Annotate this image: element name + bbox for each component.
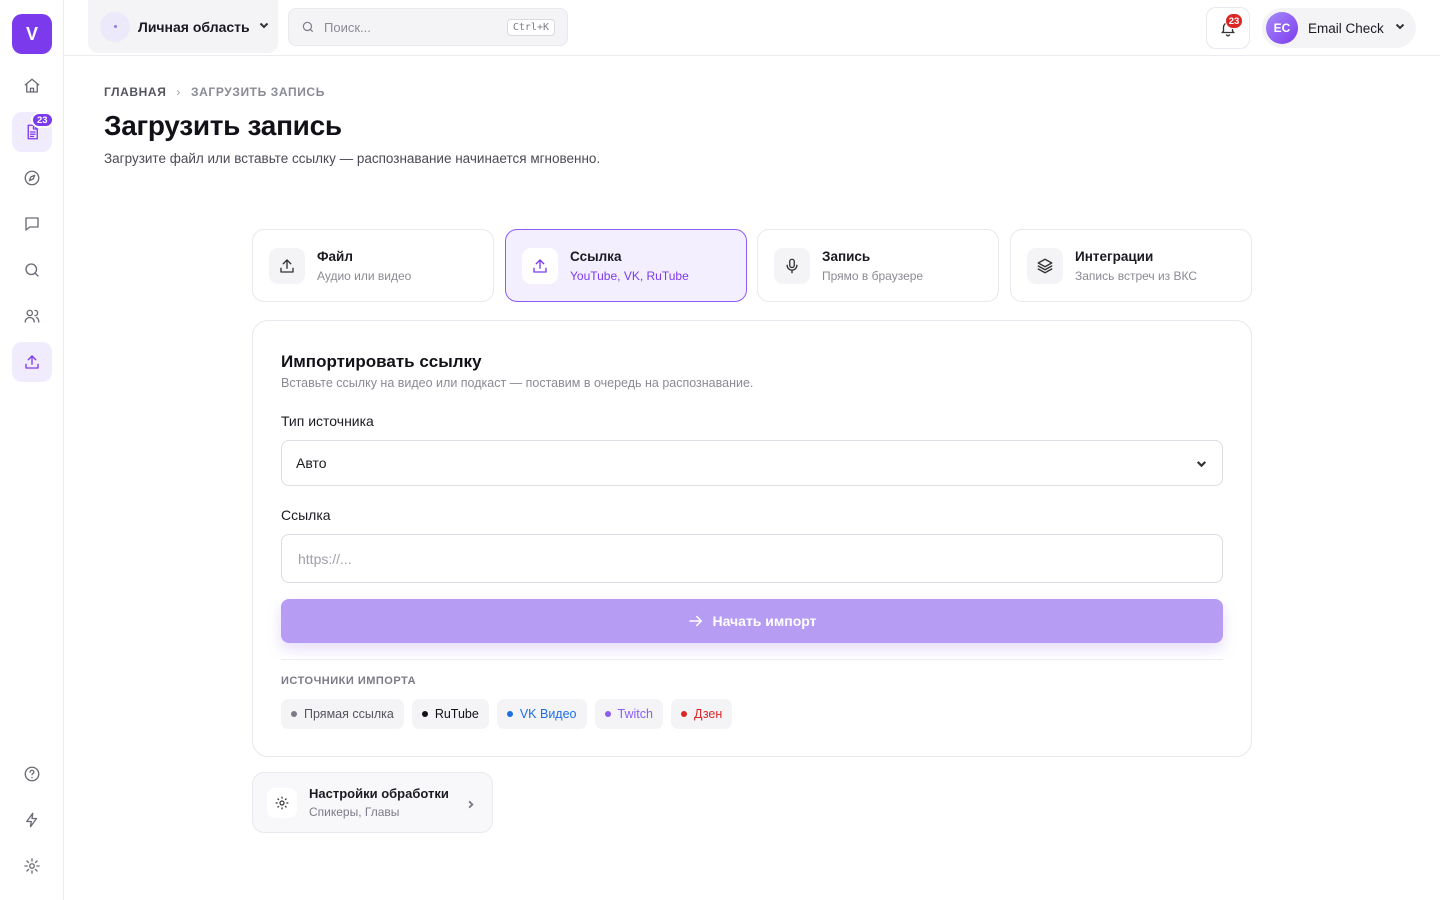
mode-integrations-subtitle: Запись встреч из ВКС: [1075, 268, 1198, 283]
mode-link-title: Ссылка: [570, 248, 622, 264]
divider: [281, 659, 1223, 660]
sidebar-item-team[interactable]: [12, 296, 52, 336]
import-source-label: Дзен: [693, 707, 723, 721]
link-label: Ссылка: [281, 507, 331, 523]
source-type-label: Тип источника: [281, 413, 374, 429]
breadcrumb-current: ЗАГРУЗИТЬ ЗАПИСЬ: [191, 85, 325, 99]
mode-record[interactable]: Запись Прямо в браузере: [757, 229, 999, 302]
mode-file-subtitle: Аудио или видео: [317, 268, 412, 283]
breadcrumb: ГЛАВНАЯ › ЗАГРУЗИТЬ ЗАПИСЬ: [104, 85, 325, 99]
sidebar-item-explore[interactable]: [12, 158, 52, 198]
app-logo[interactable]: V: [12, 14, 52, 54]
upload-icon: [25, 355, 39, 369]
chat-icon: [25, 217, 39, 231]
search-shortcut: Ctrl+K: [506, 18, 555, 36]
page-subtitle: Загрузите файл или вставьте ссылку — рас…: [104, 151, 601, 166]
start-import-button[interactable]: Начать импорт: [281, 599, 1223, 643]
mode-record-title: Запись: [822, 248, 871, 264]
import-source-chip: VK Видео: [496, 699, 587, 729]
gear-icon: [24, 858, 40, 874]
mode-record-subtitle: Прямо в браузере: [822, 268, 924, 283]
breadcrumb-home[interactable]: ГЛАВНАЯ: [104, 85, 166, 99]
search-icon: [25, 263, 39, 277]
chevron-right-icon: [465, 797, 476, 815]
top-bar: Личная область Поиск... Ctrl+K 23 EC Ema…: [64, 0, 1440, 56]
chevron-down-icon: [1196, 460, 1207, 467]
app-logo-letter: V: [25, 23, 38, 44]
import-source-label: VK Видео: [519, 707, 577, 721]
mode-link[interactable]: Ссылка YouTube, VK, RuTube: [505, 229, 747, 302]
users-icon: [24, 309, 40, 323]
sidebar-item-chat[interactable]: [12, 204, 52, 244]
notifications-button[interactable]: 23: [1206, 7, 1250, 49]
mode-file[interactable]: Файл Аудио или видео: [252, 229, 494, 302]
mode-link-subtitle: YouTube, VK, RuTube: [570, 268, 689, 283]
status-dot: [680, 711, 687, 717]
import-sources-heading: ИСТОЧНИКИ ИМПОРТА: [281, 675, 417, 687]
sidebar-item-upgrade[interactable]: [12, 800, 52, 840]
import-card-title: Импортировать ссылку: [281, 352, 482, 371]
sidebar-item-search[interactable]: [12, 250, 52, 290]
processing-settings-button[interactable]: Настройки обработки Спикеры, Главы: [252, 772, 493, 833]
home-icon: [24, 78, 40, 93]
import-card-subtitle: Вставьте ссылку на видео или подкаст — п…: [281, 376, 754, 390]
source-type-select[interactable]: Авто: [281, 440, 1223, 486]
import-link-card: Импортировать ссылку Вставьте ссылку на …: [252, 320, 1252, 757]
import-source-label: RuTube: [434, 707, 479, 721]
link-upload-icon: [533, 258, 547, 273]
upload-icon: [280, 258, 294, 273]
documents-badge: 23: [31, 112, 54, 128]
notifications-badge: 23: [1225, 13, 1243, 29]
source-type-value: Авто: [296, 455, 327, 471]
search-icon: [302, 21, 314, 33]
status-dot: [421, 711, 428, 717]
mode-integrations-title: Интеграции: [1075, 248, 1154, 264]
import-sources-list: Прямая ссылка RuTube VK Видео Twitch Дзен: [281, 699, 733, 729]
sidebar-item-upload[interactable]: [12, 342, 52, 382]
mode-file-title: Файл: [317, 248, 353, 264]
chevron-down-icon: [258, 18, 270, 36]
search-placeholder: Поиск...: [324, 19, 371, 35]
import-source-chip: Дзен: [670, 699, 733, 729]
sidebar-item-documents[interactable]: 23: [12, 112, 54, 152]
mode-integrations[interactable]: Интеграции Запись встреч из ВКС: [1010, 229, 1252, 302]
lightning-icon: [26, 812, 38, 828]
processing-settings-title: Настройки обработки: [309, 786, 449, 801]
status-dot: [291, 711, 297, 717]
help-icon: [24, 766, 40, 782]
global-search[interactable]: Поиск... Ctrl+K: [288, 8, 568, 46]
sidebar: V 23: [0, 0, 64, 900]
chevron-right-icon: ›: [176, 85, 182, 99]
processing-settings-subtitle: Спикеры, Главы: [309, 805, 400, 819]
import-source-chip: Twitch: [594, 699, 663, 729]
sidebar-item-settings[interactable]: [12, 846, 52, 886]
microphone-icon: [786, 258, 798, 273]
import-source-label: Прямая ссылка: [304, 707, 394, 721]
page-title: Загрузить запись: [104, 110, 342, 141]
import-source-chip: Прямая ссылка: [281, 699, 404, 729]
sidebar-item-home[interactable]: [12, 66, 52, 106]
gear-icon: [275, 796, 289, 809]
start-import-label: Начать импорт: [712, 613, 817, 629]
link-input[interactable]: [281, 534, 1223, 583]
compass-icon: [24, 170, 40, 186]
avatar: EC: [1266, 12, 1298, 44]
user-name: Email Check: [1308, 20, 1384, 36]
workspace-switcher[interactable]: Личная область: [88, 0, 278, 53]
status-dot: [604, 711, 611, 717]
user-menu[interactable]: EC Email Check: [1262, 8, 1416, 48]
sidebar-item-help[interactable]: [12, 754, 52, 794]
arrow-right-icon: [689, 615, 703, 627]
workspace-label: Личная область: [138, 18, 250, 35]
chevron-down-icon: [1394, 19, 1406, 37]
import-source-chip: RuTube: [411, 699, 489, 729]
import-source-label: Twitch: [617, 707, 653, 721]
status-dot: [506, 711, 513, 717]
workspace-avatar: [100, 11, 130, 42]
layers-icon: [1037, 258, 1053, 273]
